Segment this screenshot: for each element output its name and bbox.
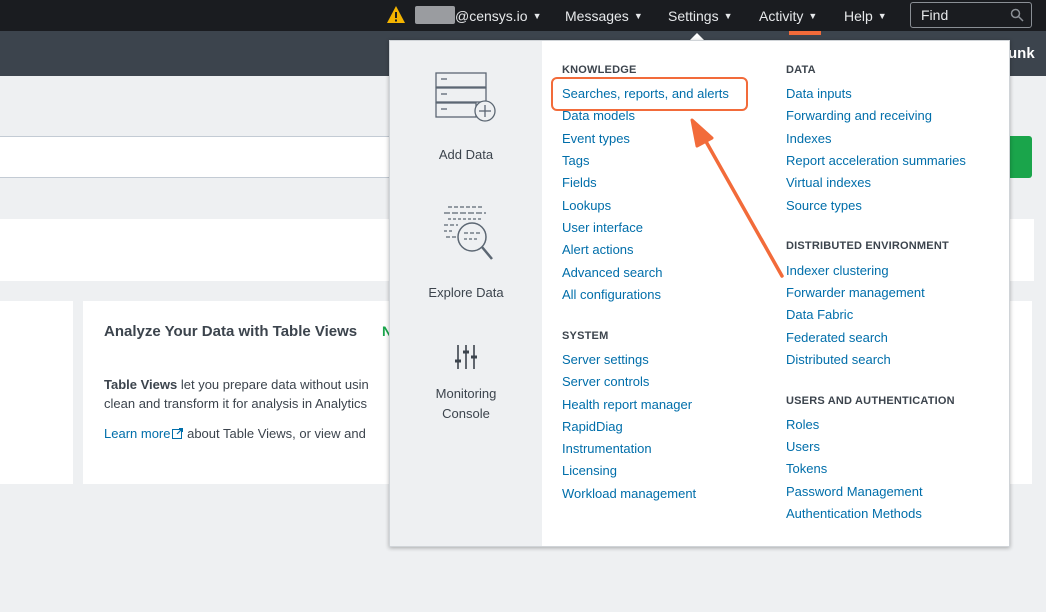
card-description: Table Views let you prepare data without… [104, 375, 394, 413]
link-all-configurations[interactable]: All configurations [562, 287, 661, 302]
caret-down-icon: ▼ [723, 10, 733, 21]
link-forwarding-receiving[interactable]: Forwarding and receiving [786, 108, 932, 123]
add-data-label: Add Data [438, 147, 494, 162]
explore-data-tile[interactable]: Explore Data [390, 283, 542, 303]
active-app-indicator [789, 31, 821, 35]
link-event-types[interactable]: Event types [562, 131, 630, 146]
help-menu-label: Help [844, 7, 873, 24]
explore-data-icon [444, 206, 493, 260]
app-name[interactable]: unk [1008, 45, 1035, 62]
activity-menu[interactable]: Activity ▼ [759, 0, 817, 31]
learn-more-line: Learn more about Table Views, or view an… [104, 426, 366, 441]
link-instrumentation[interactable]: Instrumentation [562, 441, 652, 456]
add-data-tile[interactable]: Add Data [390, 145, 542, 165]
link-workload-management[interactable]: Workload management [562, 486, 696, 501]
monitoring-console-label-line1: Monitoring [435, 386, 497, 401]
content-card [1008, 301, 1032, 484]
link-rapiddiag[interactable]: RapidDiag [562, 419, 623, 434]
system-heading: SYSTEM [562, 330, 609, 342]
link-lookups[interactable]: Lookups [562, 198, 611, 213]
knowledge-heading: KNOWLEDGE [562, 64, 637, 76]
link-server-settings[interactable]: Server settings [562, 352, 649, 367]
link-data-fabric[interactable]: Data Fabric [786, 307, 853, 322]
link-fields[interactable]: Fields [562, 175, 597, 190]
search-go-button[interactable] [1008, 136, 1032, 178]
caret-down-icon: ▼ [633, 10, 643, 21]
external-link-icon [172, 428, 184, 439]
link-tokens[interactable]: Tokens [786, 461, 827, 476]
monitoring-console-icon [455, 345, 477, 369]
learn-more-label: Learn more [104, 426, 171, 441]
link-federated-search[interactable]: Federated search [786, 330, 888, 345]
activity-menu-label: Activity [759, 7, 804, 24]
link-advanced-search[interactable]: Advanced search [562, 265, 662, 280]
caret-down-icon: ▼ [808, 10, 818, 21]
link-report-acceleration-summaries[interactable]: Report acceleration summaries [786, 153, 966, 168]
link-distributed-search[interactable]: Distributed search [786, 352, 891, 367]
link-user-interface[interactable]: User interface [562, 220, 643, 235]
search-bar[interactable] [0, 136, 400, 178]
link-password-management[interactable]: Password Management [786, 484, 923, 499]
settings-menu-label: Settings [668, 7, 719, 24]
users-authentication-heading: USERS AND AUTHENTICATION [786, 395, 955, 407]
card-description-line2: clean and transform it for analysis in A… [104, 396, 368, 411]
user-menu-label: @censys.io [455, 7, 528, 24]
link-indexer-clustering[interactable]: Indexer clustering [786, 263, 889, 278]
link-indexes[interactable]: Indexes [786, 131, 832, 146]
content-panel [1008, 219, 1034, 281]
link-forwarder-management[interactable]: Forwarder management [786, 285, 925, 300]
redacted-username [415, 6, 455, 24]
warning-icon[interactable] [386, 5, 406, 25]
caret-down-icon: ▼ [877, 10, 887, 21]
data-heading: DATA [786, 64, 816, 76]
learn-more-link[interactable]: Learn more [104, 426, 184, 441]
card-description-line1: let you prepare data without usin [177, 377, 369, 392]
link-tags[interactable]: Tags [562, 153, 589, 168]
settings-tiles-column: Add Data Explore Data Monitoring Console [390, 41, 542, 546]
find-input[interactable] [911, 3, 1001, 27]
user-menu[interactable]: @censys.io ▼ [455, 0, 542, 31]
link-server-controls[interactable]: Server controls [562, 374, 649, 389]
distributed-environment-heading: DISTRIBUTED ENVIRONMENT [786, 240, 949, 252]
learn-more-rest: about Table Views, or view and [183, 426, 366, 441]
link-users[interactable]: Users [786, 439, 820, 454]
link-data-inputs[interactable]: Data inputs [786, 86, 852, 101]
link-health-report-manager[interactable]: Health report manager [562, 397, 692, 412]
settings-menu[interactable]: Settings ▼ [668, 0, 733, 31]
card-description-bold: Table Views [104, 377, 178, 392]
find-box [910, 2, 1032, 28]
monitoring-console-label-line2: Console [442, 406, 490, 421]
help-menu[interactable]: Help ▼ [844, 0, 887, 31]
add-data-icon [435, 72, 496, 122]
messages-menu[interactable]: Messages ▼ [565, 0, 643, 31]
content-panel [0, 219, 400, 281]
messages-menu-label: Messages [565, 7, 629, 24]
content-card [0, 301, 73, 484]
card-title: Analyze Your Data with Table Views [104, 323, 358, 340]
link-source-types[interactable]: Source types [786, 198, 862, 213]
monitoring-console-tile[interactable]: Monitoring Console [390, 384, 542, 424]
link-alert-actions[interactable]: Alert actions [562, 242, 634, 257]
caret-down-icon: ▼ [532, 10, 542, 21]
link-virtual-indexes[interactable]: Virtual indexes [786, 175, 871, 190]
link-licensing[interactable]: Licensing [562, 463, 617, 478]
highlight-box [551, 77, 748, 111]
link-authentication-methods[interactable]: Authentication Methods [786, 506, 922, 521]
link-roles[interactable]: Roles [786, 417, 819, 432]
search-icon[interactable] [1010, 8, 1024, 22]
explore-data-label: Explore Data [428, 285, 504, 300]
